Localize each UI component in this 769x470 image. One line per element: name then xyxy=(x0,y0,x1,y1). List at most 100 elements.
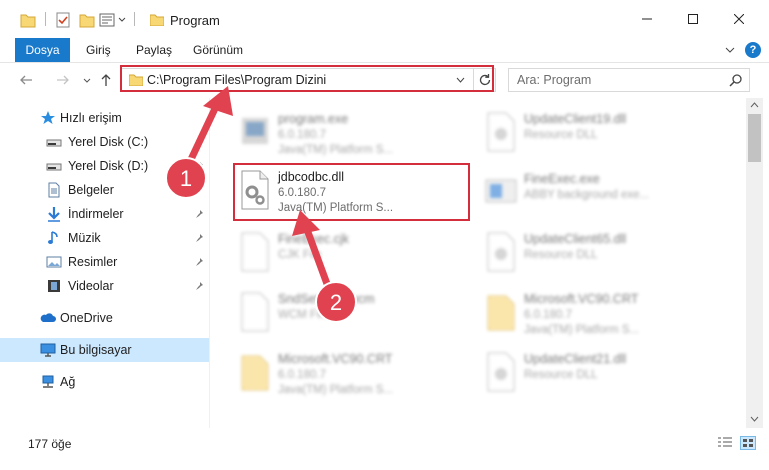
sidebar-item-pictures[interactable]: Resimler xyxy=(0,250,209,274)
close-button[interactable] xyxy=(716,0,762,38)
computer-icon xyxy=(40,343,56,357)
file-item[interactable]: Microsoft.VC90.CRT 6.0.180.7 Java(TM) Pl… xyxy=(234,344,474,400)
file-name: program.exe xyxy=(278,112,349,126)
recent-locations-icon[interactable] xyxy=(83,77,91,85)
scroll-thumb[interactable] xyxy=(748,114,761,162)
folder-icon[interactable] xyxy=(20,11,36,29)
chevron-down-icon[interactable] xyxy=(118,16,126,24)
tiles-view-button[interactable] xyxy=(740,436,756,450)
details-view-icon[interactable] xyxy=(717,436,733,450)
file-item[interactable]: FineExec.cjk CJK File xyxy=(234,224,474,280)
star-icon xyxy=(41,111,55,124)
expand-ribbon-icon[interactable] xyxy=(725,45,735,55)
file-name: FineExec.exe xyxy=(524,172,600,186)
file-name: UpdateClient19.dll xyxy=(524,112,627,126)
pin-icon[interactable] xyxy=(194,257,204,267)
file-name: SndSettings.wcm xyxy=(278,292,375,306)
refresh-icon[interactable] xyxy=(478,73,492,87)
sidebar-item-this-pc[interactable]: Bu bilgisayar xyxy=(0,338,209,362)
maximize-button[interactable] xyxy=(670,0,716,38)
file-version: 6.0.180.7 xyxy=(278,369,326,381)
search-box[interactable] xyxy=(508,68,750,92)
file-icon xyxy=(241,292,269,332)
scroll-up-icon[interactable] xyxy=(750,102,759,108)
file-name: UpdateClient65.dll xyxy=(524,232,627,246)
folder-icon xyxy=(487,295,515,331)
sidebar-item-onedrive[interactable]: OneDrive xyxy=(0,306,209,330)
pin-icon[interactable] xyxy=(194,233,204,243)
help-icon[interactable]: ? xyxy=(745,42,761,58)
file-description: ABBY background exe... xyxy=(524,189,650,201)
chevron-down-icon[interactable] xyxy=(456,77,465,84)
minimize-button[interactable] xyxy=(624,0,670,38)
address-bar[interactable]: C:\Program Files\Program Dizini xyxy=(121,68,496,92)
properties-check-icon[interactable] xyxy=(55,11,71,29)
sidebar-item-label: Yerel Disk (D:) xyxy=(68,159,149,173)
file-item[interactable]: UpdateClient19.dll Resource DLL xyxy=(480,104,720,160)
file-item[interactable]: SndSettings.wcm WCM File xyxy=(234,284,474,340)
sidebar-item-downloads[interactable]: İndirmeler xyxy=(0,202,209,226)
pin-icon[interactable] xyxy=(194,281,204,291)
sidebar-item-label: Videolar xyxy=(68,279,114,293)
ribbon-tabs: Dosya Giriş Paylaş Görünüm ? xyxy=(0,38,769,62)
drive-icon xyxy=(46,163,62,171)
sidebar-item-label: Yerel Disk (C:) xyxy=(68,135,149,149)
navigation-pane: Hızlı erişim Yerel Disk (C:) Yerel Disk … xyxy=(0,98,210,428)
sidebar-item-disk-c[interactable]: Yerel Disk (C:) xyxy=(0,130,209,154)
pin-icon[interactable] xyxy=(194,185,204,195)
scroll-down-icon[interactable] xyxy=(750,416,759,422)
vertical-scrollbar[interactable] xyxy=(746,98,763,428)
sidebar-item-label: Hızlı erişim xyxy=(60,111,122,125)
pin-icon[interactable] xyxy=(194,209,204,219)
sidebar-item-label: Bu bilgisayar xyxy=(60,343,132,357)
search-input[interactable] xyxy=(517,72,717,88)
sidebar-item-quick-access[interactable]: Hızlı erişim xyxy=(0,106,209,130)
up-arrow-icon[interactable] xyxy=(99,73,113,87)
pin-icon[interactable] xyxy=(194,161,204,171)
item-count: 177 öğe xyxy=(28,437,72,451)
file-name: UpdateClient21.dll xyxy=(524,352,627,366)
title-bar: Program xyxy=(0,0,769,38)
tab-view[interactable]: Görünüm xyxy=(193,43,243,57)
forward-arrow-icon[interactable] xyxy=(56,73,70,87)
pictures-icon xyxy=(46,256,62,268)
tab-home[interactable]: Giriş xyxy=(86,43,111,57)
dll-icon xyxy=(487,352,515,392)
status-bar: 177 öğe xyxy=(0,428,769,470)
toolbar-divider xyxy=(134,12,135,26)
sidebar-item-network[interactable]: Ağ xyxy=(0,370,209,394)
file-version: 6.0.180.7 xyxy=(524,309,572,321)
file-item[interactable]: program.exe 6.0.180.7 Java(TM) Platform … xyxy=(234,104,474,160)
address-path[interactable]: C:\Program Files\Program Dizini xyxy=(147,73,326,87)
file-version: 6.0.180.7 xyxy=(278,187,326,199)
file-item-jdbcodbc[interactable]: jdbcodbc.dll 6.0.180.7 Java(TM) Platform… xyxy=(234,162,474,218)
pin-icon[interactable] xyxy=(194,137,204,147)
sidebar-item-videos[interactable]: Videolar xyxy=(0,274,209,298)
file-icon xyxy=(241,232,269,272)
tab-share[interactable]: Paylaş xyxy=(136,43,172,57)
sidebar-item-music[interactable]: Müzik xyxy=(0,226,209,250)
tab-file[interactable]: Dosya xyxy=(15,38,70,62)
file-item[interactable]: UpdateClient65.dll Resource DLL xyxy=(480,224,720,280)
folder-icon xyxy=(150,14,164,26)
file-name: Microsoft.VC90.CRT xyxy=(278,352,393,366)
sidebar-item-label: Ağ xyxy=(60,375,76,389)
drive-icon xyxy=(46,139,62,147)
exe-icon xyxy=(485,179,517,203)
file-item[interactable]: FineExec.exe ABBY background exe... xyxy=(480,164,720,220)
videos-icon xyxy=(48,280,60,292)
back-arrow-icon[interactable] xyxy=(19,73,33,87)
minimize-icon xyxy=(642,18,652,20)
file-item[interactable]: UpdateClient21.dll Resource DLL xyxy=(480,344,720,400)
file-description: Resource DLL xyxy=(524,369,598,381)
file-item[interactable]: Microsoft.VC90.CRT 6.0.180.7 Java(TM) Pl… xyxy=(480,284,720,340)
sidebar-item-disk-d[interactable]: Yerel Disk (D:) xyxy=(0,154,209,178)
search-icon[interactable] xyxy=(729,73,743,87)
tiles-view-icon xyxy=(743,439,753,447)
file-description: Java(TM) Platform S... xyxy=(524,324,640,336)
new-folder-icon[interactable] xyxy=(79,11,95,29)
sidebar-item-documents[interactable]: Belgeler xyxy=(0,178,209,202)
documents-icon xyxy=(48,182,60,198)
customize-icon[interactable] xyxy=(99,11,115,29)
file-name: jdbcodbc.dll xyxy=(278,170,345,184)
